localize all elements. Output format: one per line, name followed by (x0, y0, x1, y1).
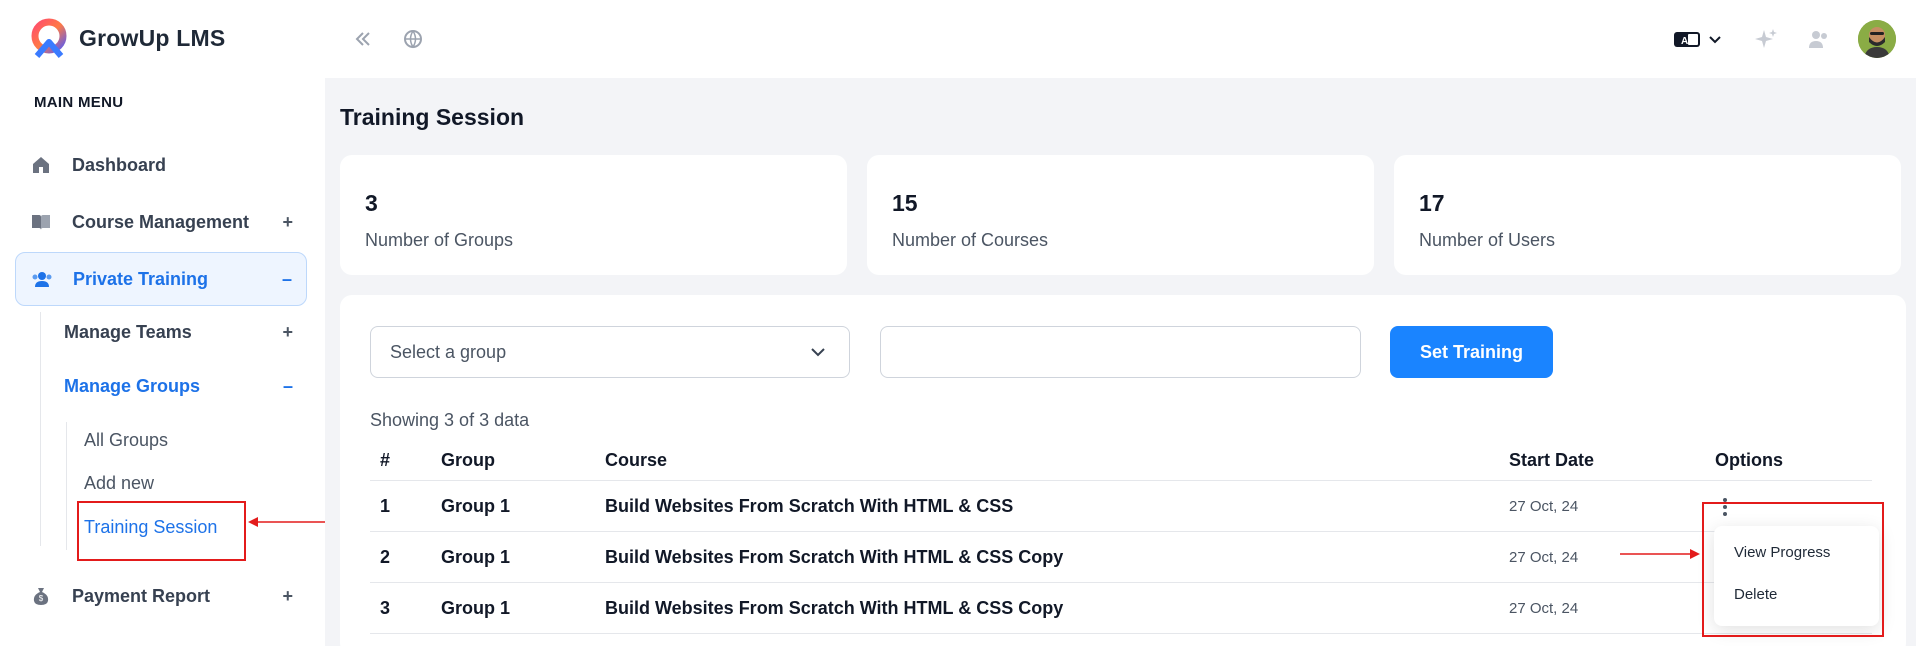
app-name: GrowUp LMS (79, 24, 226, 51)
sparkle-icon (1755, 29, 1777, 48)
users-icon (1809, 31, 1827, 48)
stat-value: 3 (365, 190, 378, 216)
main-menu-heading: MAIN MENU (34, 94, 124, 111)
collapse-toggle[interactable]: – (283, 376, 293, 397)
row-course: Build Websites From Scratch With HTML & … (605, 496, 1014, 516)
sidebar-item-all-groups[interactable]: All Groups (84, 423, 168, 457)
book-icon (29, 210, 53, 234)
page-title: Training Session (340, 104, 525, 130)
language-switcher[interactable]: A (1670, 24, 1726, 54)
highlight-box-options-menu (1702, 502, 1884, 637)
table-row: 1 Group 1 Build Websites From Scratch Wi… (370, 480, 1872, 531)
stat-value: 15 (892, 190, 918, 216)
row-start-date: 27 Oct, 24 (1509, 498, 1579, 515)
stat-label: Number of Courses (892, 230, 1049, 250)
stat-card-courses: 15 Number of Courses (867, 155, 1374, 275)
column-header-course: Course (605, 449, 668, 470)
row-course: Build Websites From Scratch With HTML & … (605, 598, 1064, 618)
sidebar-item-label: Add new (84, 472, 155, 493)
home-icon (29, 153, 53, 177)
sidebar-item-payment-report[interactable]: $ Payment Report + (15, 569, 307, 623)
sidebar-item-label: Course Management (72, 211, 250, 232)
row-number: 3 (380, 598, 391, 618)
collapse-sidebar-button[interactable] (348, 24, 378, 54)
table-row: 3 Group 1 Build Websites From Scratch Wi… (370, 582, 1872, 633)
sidebar-item-manage-groups[interactable]: Manage Groups – (64, 366, 307, 406)
row-course: Build Websites From Scratch With HTML & … (605, 547, 1064, 567)
stat-card-groups: 3 Number of Groups (340, 155, 847, 275)
ai-assistant-button[interactable] (1751, 24, 1781, 54)
column-header-start-date: Start Date (1509, 449, 1595, 470)
table-bottom-border (370, 633, 1872, 634)
annotation-arrow-right-icon (1620, 549, 1700, 559)
avatar[interactable] (1858, 20, 1896, 58)
expand-toggle[interactable]: + (282, 212, 293, 233)
user-avatar-image (1858, 20, 1896, 58)
sidebar-item-label: All Groups (84, 429, 169, 450)
globe-icon (404, 30, 422, 49)
stat-label: Number of Users (1419, 230, 1556, 250)
column-header-number: # (380, 449, 391, 470)
row-group: Group 1 (441, 547, 511, 567)
collapse-icon (355, 32, 370, 46)
set-training-button[interactable]: Set Training (1390, 326, 1553, 378)
stat-card-users: 17 Number of Users (1394, 155, 1901, 275)
sidebar-item-private-training[interactable]: Private Training – (15, 252, 307, 306)
stat-value: 17 (1419, 190, 1445, 216)
training-text-input[interactable] (880, 326, 1361, 378)
users-icon (30, 267, 54, 291)
sidebar-item-label: Dashboard (72, 154, 167, 175)
expand-toggle[interactable]: + (282, 322, 293, 343)
sidebar-item-label: Payment Report (72, 585, 211, 606)
sidebar-item-label: Manage Teams (64, 321, 192, 342)
language-globe-button[interactable] (398, 24, 428, 54)
highlight-box-training-session (77, 501, 246, 561)
sidebar-item-manage-teams[interactable]: Manage Teams + (64, 312, 307, 352)
submenu-guide-line (40, 312, 41, 546)
showing-count: Showing 3 of 3 data (370, 410, 530, 430)
row-start-date: 27 Oct, 24 (1509, 549, 1579, 566)
team-button[interactable] (1804, 24, 1834, 54)
growup-logo-icon (31, 18, 67, 58)
translate-icon: A (1674, 32, 1700, 47)
column-header-group: Group (441, 449, 495, 470)
money-bag-icon: $ (29, 584, 53, 608)
collapse-toggle[interactable]: – (282, 269, 292, 290)
row-number: 1 (380, 496, 391, 516)
expand-toggle[interactable]: + (282, 586, 293, 607)
sidebar-item-course-management[interactable]: Course Management + (15, 195, 307, 249)
row-number: 2 (380, 547, 391, 567)
row-group: Group 1 (441, 496, 511, 516)
chevron-down-icon (1709, 36, 1721, 44)
svg-text:$: $ (39, 594, 44, 603)
stat-label: Number of Groups (365, 230, 514, 250)
chevron-down-icon (811, 348, 825, 357)
annotation-arrow-left-icon (248, 517, 325, 527)
submenu-guide-line (66, 422, 67, 550)
row-group: Group 1 (441, 598, 511, 618)
app-logo[interactable]: GrowUp LMS (27, 16, 225, 60)
group-select[interactable]: Select a group (370, 326, 850, 378)
group-select-value: Select a group (390, 341, 507, 362)
sidebar-item-dashboard[interactable]: Dashboard (15, 138, 307, 192)
sidebar-item-add-new[interactable]: Add new (84, 466, 154, 500)
row-start-date: 27 Oct, 24 (1509, 600, 1579, 617)
column-header-options: Options (1715, 449, 1783, 470)
sidebar-item-label: Manage Groups (64, 375, 201, 396)
sidebar-item-label: Private Training (73, 268, 209, 289)
svg-text:A: A (1681, 36, 1688, 47)
